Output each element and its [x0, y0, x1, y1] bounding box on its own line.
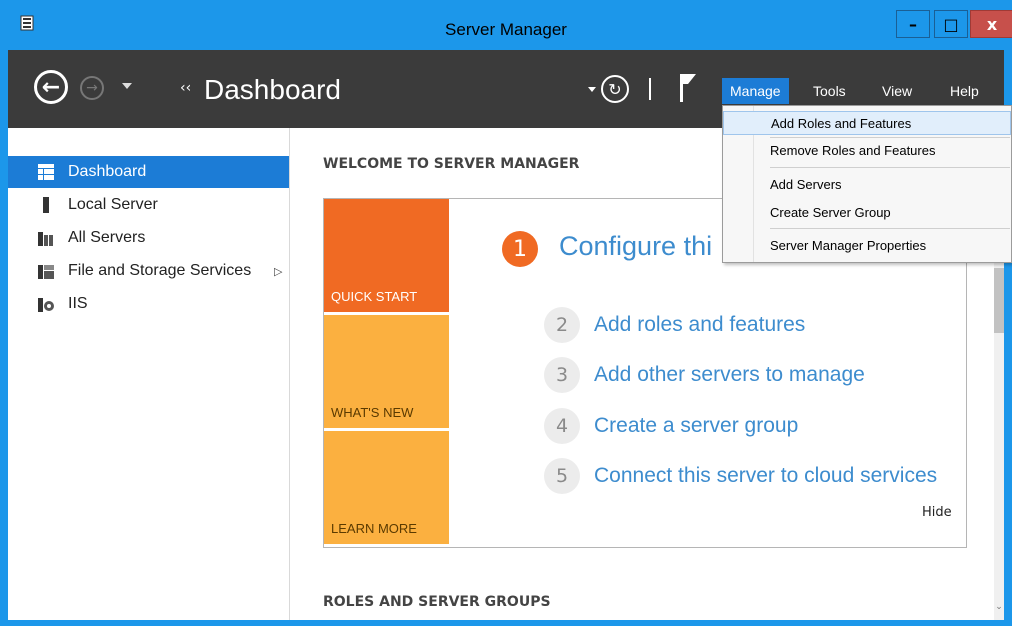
refresh-dropdown-icon[interactable]	[588, 87, 596, 92]
welcome-heading: WELCOME TO SERVER MANAGER	[323, 156, 580, 172]
notifications-flag-icon[interactable]	[676, 72, 700, 104]
close-button[interactable]: x	[970, 10, 1012, 38]
step-number-1: 1	[502, 231, 538, 267]
breadcrumb-title: Dashboard	[204, 74, 341, 105]
step-number: 4	[544, 408, 580, 444]
history-dropdown-icon[interactable]	[122, 83, 132, 89]
hide-link[interactable]: Hide	[922, 505, 952, 520]
step-create-group[interactable]: 4 Create a server group	[544, 408, 798, 444]
step-number: 3	[544, 357, 580, 393]
toolbar-separator	[649, 78, 651, 100]
sidebar-item-label: File and Storage Services	[68, 262, 252, 279]
menu-item-properties[interactable]: Server Manager Properties	[723, 234, 1011, 258]
local-server-icon	[43, 197, 49, 213]
file-storage-icon	[38, 265, 54, 279]
all-servers-icon	[38, 232, 53, 246]
server-manager-window: Server Manager – □ x ← → ‹‹ Dashboard ↻ …	[0, 0, 1012, 626]
scroll-down-icon[interactable]: ⌄	[994, 602, 1004, 616]
sidebar-item-label: All Servers	[68, 229, 146, 246]
menu-separator	[770, 167, 1010, 168]
step-link[interactable]: Create a server group	[594, 414, 798, 438]
sidebar-item-label: Local Server	[68, 196, 158, 213]
manage-dropdown-menu: Add Roles and Features Remove Roles and …	[722, 105, 1012, 263]
step-number: 5	[544, 458, 580, 494]
menu-view[interactable]: View	[874, 78, 920, 104]
step-add-servers[interactable]: 3 Add other servers to manage	[544, 357, 865, 393]
sidebar-item-dashboard[interactable]: Dashboard	[8, 156, 289, 188]
menu-tools[interactable]: Tools	[805, 78, 854, 104]
tile-label: LEARN MORE	[331, 521, 417, 536]
window-title: Server Manager	[445, 20, 567, 39]
maximize-button[interactable]: □	[934, 10, 968, 38]
iis-icon	[38, 298, 54, 312]
tile-label: QUICK START	[331, 289, 418, 304]
window-bottom-border	[0, 620, 1012, 626]
forward-icon[interactable]: →	[80, 76, 104, 100]
minimize-button[interactable]: –	[896, 10, 930, 38]
title-bar: Server Manager – □ x	[8, 0, 1012, 50]
tile-learn-more[interactable]: LEARN MORE	[324, 431, 449, 544]
sidebar: Dashboard Local Server All Servers File …	[8, 128, 290, 620]
step-add-roles[interactable]: 2 Add roles and features	[544, 307, 805, 343]
menu-help[interactable]: Help	[942, 78, 987, 104]
sidebar-item-all-servers[interactable]: All Servers	[8, 222, 289, 254]
step-link[interactable]: Add other servers to manage	[594, 363, 865, 387]
menu-item-remove-roles[interactable]: Remove Roles and Features	[723, 139, 1011, 163]
menu-item-add-servers[interactable]: Add Servers	[723, 173, 1011, 197]
back-icon[interactable]: ←	[34, 70, 68, 104]
step-link[interactable]: Connect this server to cloud services	[594, 464, 937, 488]
menu-item-add-roles[interactable]: Add Roles and Features	[723, 111, 1011, 135]
refresh-icon[interactable]: ↻	[601, 75, 629, 103]
tile-label: WHAT'S NEW	[331, 405, 414, 420]
expand-chevron-icon[interactable]: ▷	[274, 265, 282, 278]
sidebar-item-file-and-storage[interactable]: File and Storage Services ▷	[8, 255, 289, 287]
sidebar-item-local-server[interactable]: Local Server	[8, 189, 289, 221]
configure-server-link[interactable]: Configure thi	[559, 231, 712, 262]
menu-separator	[770, 228, 1010, 229]
menu-item-create-server-group[interactable]: Create Server Group	[723, 201, 1011, 225]
sidebar-item-label: IIS	[68, 295, 88, 312]
step-link[interactable]: Add roles and features	[594, 313, 805, 337]
sidebar-item-label: Dashboard	[68, 163, 147, 180]
tile-whats-new[interactable]: WHAT'S NEW	[324, 315, 449, 428]
menu-manage[interactable]: Manage	[722, 78, 789, 104]
roles-heading: ROLES AND SERVER GROUPS	[323, 594, 551, 610]
dashboard-icon	[38, 164, 54, 180]
scrollbar-thumb[interactable]	[994, 268, 1004, 333]
step-connect-cloud[interactable]: 5 Connect this server to cloud services	[544, 458, 937, 494]
tile-quick-start[interactable]: QUICK START	[324, 199, 449, 312]
step-number: 2	[544, 307, 580, 343]
menu-separator	[770, 137, 1010, 138]
breadcrumb-arrows-icon: ‹‹	[180, 80, 192, 96]
sidebar-item-iis[interactable]: IIS	[8, 288, 289, 320]
